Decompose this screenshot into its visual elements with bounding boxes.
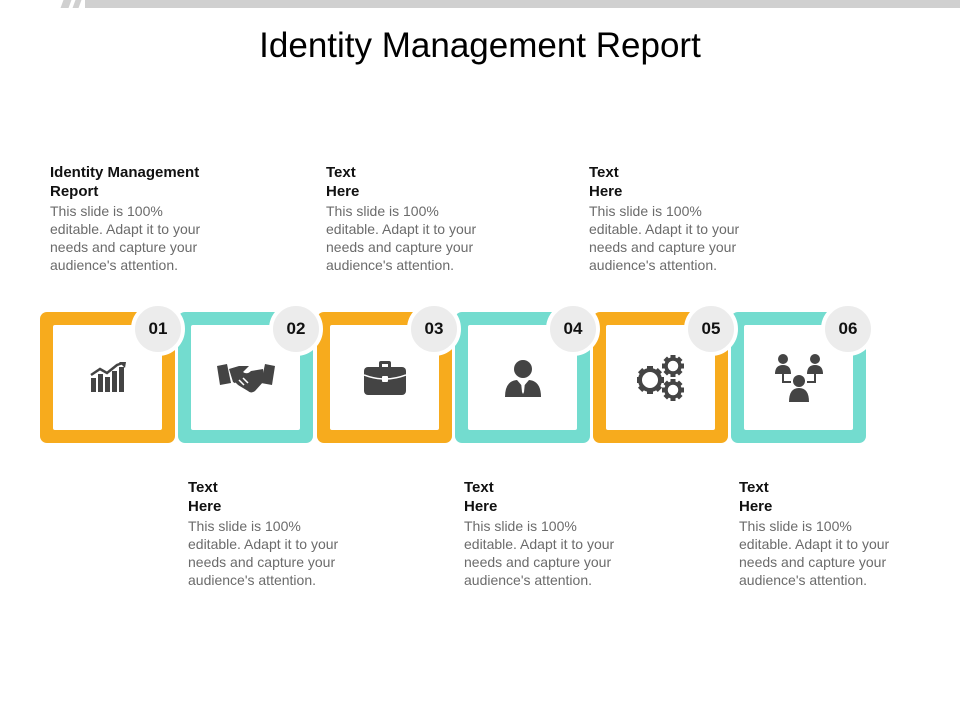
handshake-icon — [216, 361, 275, 395]
top-bar-stripe — [60, 0, 72, 8]
top-bar-stripe — [72, 0, 82, 8]
step-number-badge: 02 — [269, 302, 323, 356]
caption-step-5: Text Here This slide is 100% editable. A… — [589, 163, 764, 274]
caption-step-4: Text Here This slide is 100% editable. A… — [464, 478, 639, 589]
top-decoration-bar — [0, 0, 960, 8]
step-number-badge: 01 — [131, 302, 185, 356]
team-network-icon — [774, 353, 824, 402]
top-bar-fill — [85, 0, 960, 8]
caption-step-2: Text Here This slide is 100% editable. A… — [188, 478, 363, 589]
step-number-badge: 06 — [821, 302, 875, 356]
briefcase-icon — [363, 360, 406, 395]
step-number-badge: 05 — [684, 302, 738, 356]
step-number-badge: 04 — [546, 302, 600, 356]
caption-text: This slide is 100% editable. Adapt it to… — [50, 203, 201, 273]
caption-heading: Text Here — [589, 164, 623, 200]
caption-heading: Identity Management Report — [50, 164, 200, 200]
caption-text: This slide is 100% editable. Adapt it to… — [188, 518, 339, 588]
caption-text: This slide is 100% editable. Adapt it to… — [326, 203, 477, 273]
caption-heading: Text Here — [188, 479, 222, 515]
user-icon — [504, 359, 542, 397]
growth-chart-icon — [89, 361, 127, 394]
caption-heading: Text Here — [739, 479, 773, 515]
caption-text: This slide is 100% editable. Adapt it to… — [589, 203, 740, 273]
caption-step-6: Text Here This slide is 100% editable. A… — [739, 478, 914, 589]
caption-step-3: Text Here This slide is 100% editable. A… — [326, 163, 501, 274]
caption-step-1: Identity Management Report This slide is… — [50, 163, 225, 274]
step-number-badge: 03 — [407, 302, 461, 356]
caption-heading: Text Here — [326, 164, 360, 200]
gears-icon — [636, 354, 685, 401]
caption-text: This slide is 100% editable. Adapt it to… — [739, 518, 890, 588]
slide-title: Identity Management Report — [259, 26, 701, 65]
caption-heading: Text Here — [464, 479, 498, 515]
caption-text: This slide is 100% editable. Adapt it to… — [464, 518, 615, 588]
